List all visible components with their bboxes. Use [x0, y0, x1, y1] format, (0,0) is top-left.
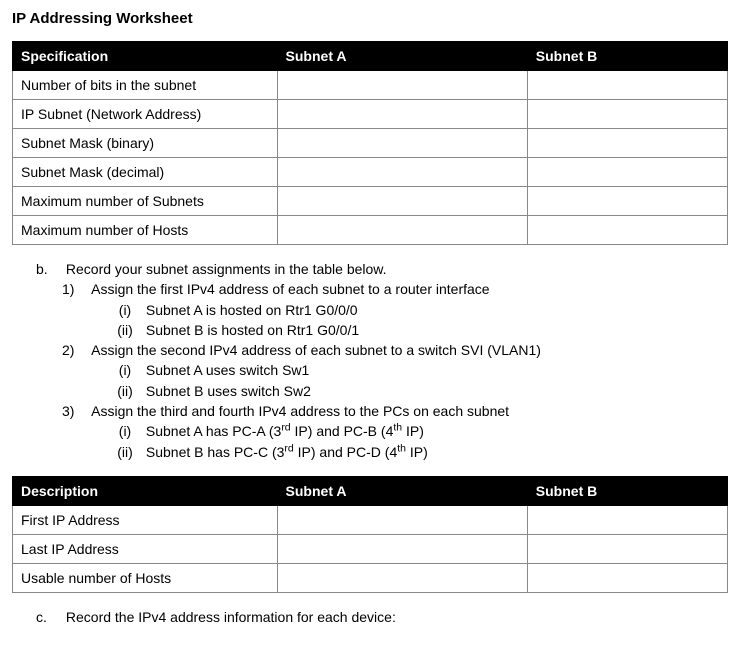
table-row: Usable number of Hosts [13, 563, 728, 592]
table-row: Subnet Mask (decimal) [13, 158, 728, 187]
label-3-ii: (ii) [108, 442, 142, 462]
desc-header-description: Description [13, 476, 278, 505]
spec-label: Maximum number of Subnets [13, 187, 278, 216]
spec-a-cell [277, 187, 527, 216]
spec-label: Subnet Mask (binary) [13, 129, 278, 158]
desc-header-subnet-a: Subnet A [277, 476, 527, 505]
spec-label: Subnet Mask (decimal) [13, 158, 278, 187]
text-1: Assign the first IPv4 address of each su… [91, 281, 489, 297]
spec-b-cell [527, 158, 727, 187]
spec-a-cell [277, 100, 527, 129]
label-2: 2) [62, 340, 88, 360]
desc-b-cell [527, 563, 727, 592]
instructions-block: b. Record your subnet assignments in the… [12, 259, 728, 462]
label-1-i: (i) [108, 300, 142, 320]
spec-label: Number of bits in the subnet [13, 71, 278, 100]
label-c: c. [36, 607, 62, 627]
label-3-i: (i) [108, 421, 142, 441]
table-row: Maximum number of Subnets [13, 187, 728, 216]
text-3-ii: Subnet B has PC-C (3rd IP) and PC-D (4th… [146, 444, 428, 460]
spec-header-specification: Specification [13, 42, 278, 71]
desc-label: First IP Address [13, 505, 278, 534]
spec-b-cell [527, 71, 727, 100]
text-b: Record your subnet assignments in the ta… [66, 261, 387, 277]
table-row: IP Subnet (Network Address) [13, 100, 728, 129]
page-title: IP Addressing Worksheet [12, 10, 728, 27]
spec-a-cell [277, 216, 527, 245]
spec-b-cell [527, 129, 727, 158]
spec-header-subnet-b: Subnet B [527, 42, 727, 71]
text-1-ii: Subnet B is hosted on Rtr1 G0/0/1 [146, 322, 359, 338]
text-1-i: Subnet A is hosted on Rtr1 G0/0/0 [146, 302, 358, 318]
text-3: Assign the third and fourth IPv4 address… [91, 403, 509, 419]
desc-header-subnet-b: Subnet B [527, 476, 727, 505]
desc-b-cell [527, 505, 727, 534]
desc-a-cell [277, 505, 527, 534]
table-row: Last IP Address [13, 534, 728, 563]
text-2: Assign the second IPv4 address of each s… [91, 342, 541, 358]
spec-label: IP Subnet (Network Address) [13, 100, 278, 129]
spec-label: Maximum number of Hosts [13, 216, 278, 245]
label-3: 3) [62, 401, 88, 421]
spec-a-cell [277, 158, 527, 187]
label-2-i: (i) [108, 360, 142, 380]
description-table: Description Subnet A Subnet B First IP A… [12, 476, 728, 593]
label-1: 1) [62, 279, 88, 299]
label-1-ii: (ii) [108, 320, 142, 340]
table-row: Subnet Mask (binary) [13, 129, 728, 158]
specification-table: Specification Subnet A Subnet B Number o… [12, 41, 728, 245]
desc-a-cell [277, 534, 527, 563]
text-c: Record the IPv4 address information for … [66, 609, 396, 625]
spec-b-cell [527, 187, 727, 216]
text-3-i: Subnet A has PC-A (3rd IP) and PC-B (4th… [146, 423, 424, 439]
spec-header-subnet-a: Subnet A [277, 42, 527, 71]
spec-b-cell [527, 216, 727, 245]
text-2-i: Subnet A uses switch Sw1 [146, 362, 309, 378]
table-row: Number of bits in the subnet [13, 71, 728, 100]
desc-b-cell [527, 534, 727, 563]
table-row: First IP Address [13, 505, 728, 534]
text-2-ii: Subnet B uses switch Sw2 [146, 383, 311, 399]
table-row: Maximum number of Hosts [13, 216, 728, 245]
label-b: b. [36, 259, 62, 279]
spec-b-cell [527, 100, 727, 129]
instruction-c: c. Record the IPv4 address information f… [12, 607, 728, 627]
label-2-ii: (ii) [108, 381, 142, 401]
spec-a-cell [277, 129, 527, 158]
desc-label: Usable number of Hosts [13, 563, 278, 592]
desc-label: Last IP Address [13, 534, 278, 563]
spec-a-cell [277, 71, 527, 100]
desc-a-cell [277, 563, 527, 592]
